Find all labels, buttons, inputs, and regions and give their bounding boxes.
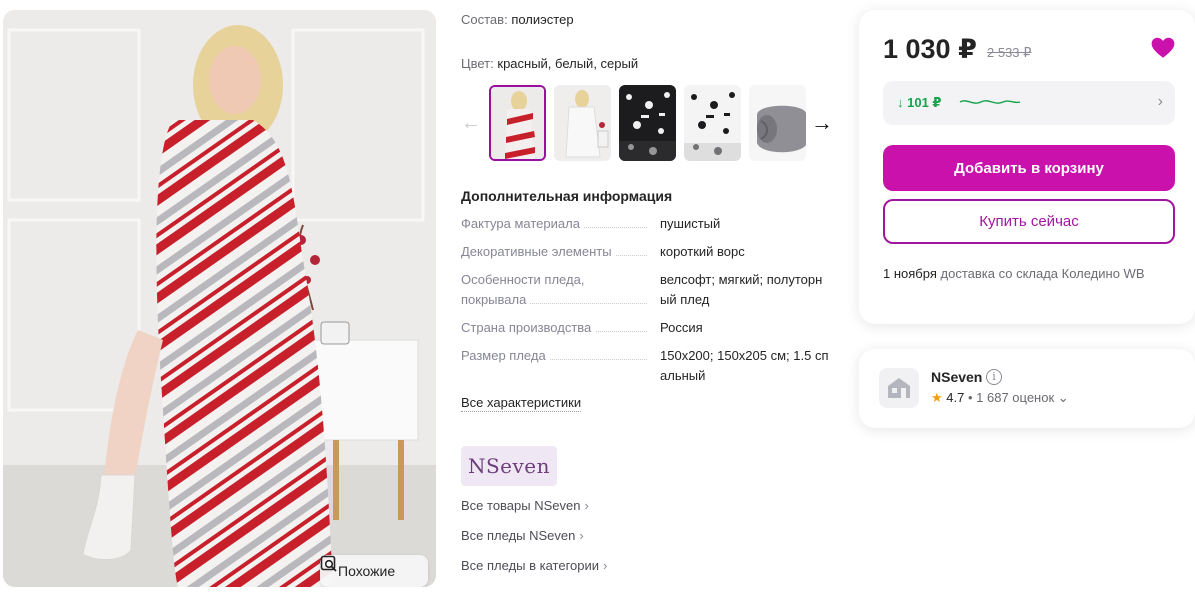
chevron-right-icon: › — [603, 558, 608, 573]
category-blankets-link[interactable]: Все пледы в категории › — [461, 558, 607, 573]
product-photo-illustration — [3, 10, 436, 587]
seller-rating[interactable]: ★ 4.7 • 1 687 оценок ⌄ — [931, 390, 1069, 406]
buy-card: 1 030 ₽ 2 533 ₽ ↓ 101 ₽ › Добавить в кор… — [859, 10, 1195, 324]
store-icon — [879, 368, 919, 408]
brand-all-blankets-link[interactable]: Все пледы NSeven › — [461, 528, 584, 543]
chevron-right-icon: › — [579, 528, 584, 543]
chevron-right-icon: › — [1157, 93, 1163, 110]
buy-now-button[interactable]: Купить сейчас — [883, 199, 1175, 244]
thumbnail-grey-rolled-blanket[interactable] — [749, 85, 806, 161]
old-price: 2 533 ₽ — [987, 45, 1032, 60]
star-icon: ★ — [931, 390, 943, 405]
color-value: красный, белый, серый — [497, 56, 639, 71]
delivery-text: доставка со склада Коледино WB — [940, 266, 1145, 281]
thumbnail-black-white-pattern[interactable] — [619, 85, 676, 161]
gallery-next-arrow-icon[interactable]: → — [811, 110, 833, 136]
reviews-count: • 1 687 оценок — [967, 390, 1055, 405]
seller-card[interactable]: NSeven i ★ 4.7 • 1 687 оценок ⌄ — [859, 349, 1195, 428]
spec-key: Фактура материала — [461, 214, 651, 234]
gallery-prev-arrow-icon[interactable]: ← — [461, 110, 483, 136]
delivery-date: 1 ноября — [883, 266, 937, 281]
product-main-photo[interactable]: Похожие — [3, 10, 436, 587]
thumbnail-white-blanket-woman[interactable] — [554, 85, 611, 161]
spec-value: пушистый — [660, 216, 721, 231]
thumbnail-red-deer-blanket[interactable] — [489, 85, 546, 161]
spec-value: Россия — [660, 320, 703, 335]
composition-row: Состав: полиэстер — [461, 12, 574, 27]
seller-name[interactable]: NSeven — [931, 369, 982, 385]
thumbnail-white-black-pattern[interactable] — [684, 85, 741, 161]
chevron-right-icon: › — [584, 498, 589, 513]
composition-value: полиэстер — [511, 12, 574, 27]
additional-info-title: Дополнительная информация — [461, 188, 673, 204]
all-specs-link[interactable]: Все характеристики — [461, 395, 582, 412]
bonus-amount: ↓ 101 ₽ — [897, 95, 942, 110]
spec-key: Декоративные элементы — [461, 242, 651, 262]
spec-key: Размер пледа — [461, 346, 651, 366]
rating-value: 4.7 — [946, 390, 965, 405]
color-label: Цвет: — [461, 56, 494, 71]
favorite-heart-icon[interactable] — [1150, 35, 1176, 61]
delivery-info: 1 ноября доставка со склада Коледино WB — [883, 264, 1163, 284]
brand-all-products-link[interactable]: Все товары NSeven › — [461, 498, 589, 513]
current-price: 1 030 ₽ — [883, 34, 977, 64]
similar-button-label: Похожие — [338, 563, 396, 579]
info-icon[interactable]: i — [986, 369, 1002, 385]
chevron-down-icon: ⌄ — [1057, 390, 1069, 405]
spec-value: 150x200; 150x205 см; 1.5 сп альный — [660, 348, 829, 383]
similar-button[interactable]: Похожие — [320, 555, 428, 587]
composition-label: Состав: — [461, 12, 508, 27]
brand-logo[interactable]: NSeven — [461, 446, 557, 486]
spec-value: короткий ворс — [660, 244, 745, 259]
color-row: Цвет: красный, белый, серый — [461, 56, 638, 71]
spec-key: Особенности пледа, покрывала — [461, 270, 651, 310]
spec-key: Страна производства — [461, 318, 651, 338]
squiggle-icon — [959, 100, 1021, 104]
spec-value: велсофт; мягкий; полуторн ый плед — [660, 272, 823, 307]
add-to-cart-button[interactable]: Добавить в корзину — [883, 145, 1175, 191]
bonus-row[interactable]: ↓ 101 ₽ › — [883, 81, 1175, 125]
color-thumbnails — [489, 85, 809, 161]
